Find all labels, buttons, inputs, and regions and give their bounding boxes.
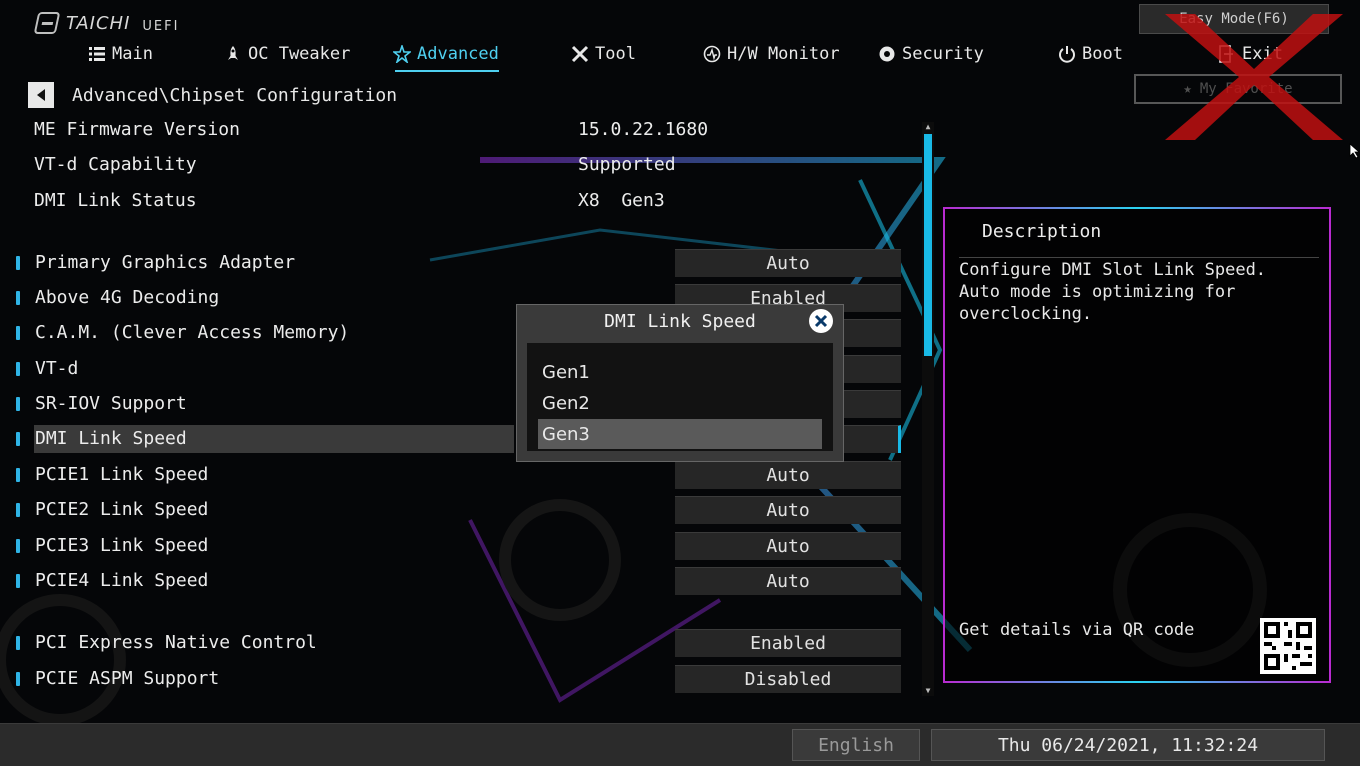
setting-label: Above 4G Decoding — [35, 287, 220, 308]
breadcrumb: Advanced\Chipset Configuration — [28, 82, 397, 108]
mouse-cursor — [1349, 143, 1360, 159]
setting-row-pcie2[interactable]: PCIE2 Link Speed Auto — [0, 495, 910, 525]
close-icon[interactable] — [809, 309, 833, 333]
tab-hw-monitor[interactable]: H/W Monitor — [703, 40, 840, 68]
datetime-display: Thu 06/24/2021, 11:32:24 — [931, 729, 1325, 761]
logo-brand: TAICHI — [66, 13, 131, 34]
setting-row-pci-native-control[interactable]: PCI Express Native Control Enabled — [0, 628, 910, 658]
description-text: Configure DMI Slot Link Speed. Auto mode… — [959, 260, 1267, 324]
tab-security[interactable]: Security — [878, 40, 984, 68]
setting-label: PCIE3 Link Speed — [35, 535, 209, 556]
back-arrow-icon — [37, 89, 45, 101]
setting-row-pcie4[interactable]: PCIE4 Link Speed Auto — [0, 566, 910, 596]
footer-bar: English Thu 06/24/2021, 11:32:24 — [0, 723, 1360, 766]
tools-icon — [571, 45, 589, 63]
setting-label: SR-IOV Support — [35, 393, 187, 414]
row-bullet — [16, 468, 20, 482]
list-icon — [89, 47, 105, 61]
tab-tool-label: Tool — [595, 44, 636, 64]
row-bullet — [16, 326, 20, 340]
breadcrumb-path: Advanced\Chipset Configuration — [72, 84, 398, 106]
info-value: 15.0.22.1680 — [578, 119, 709, 140]
shield-icon — [879, 46, 895, 62]
tab-advanced-label: Advanced — [417, 44, 499, 64]
setting-label: PCIE ASPM Support — [35, 668, 220, 689]
description-divider — [959, 257, 1319, 258]
row-bullet — [16, 256, 20, 270]
setting-row-pcie-aspm[interactable]: PCIE ASPM Support Disabled — [0, 664, 910, 694]
row-bullet — [16, 291, 20, 305]
setting-label: PCI Express Native Control — [35, 632, 317, 653]
dialog-options-list: Gen1 Gen2 Gen3 — [527, 343, 833, 451]
setting-label: DMI Link Speed — [35, 428, 187, 449]
taichi-logo-icon — [33, 12, 61, 34]
rocket-icon — [228, 46, 238, 60]
tab-oc-tweaker[interactable]: OC Tweaker — [224, 40, 350, 68]
row-bullet — [16, 362, 20, 376]
power-icon — [1059, 46, 1075, 63]
setting-value[interactable]: Disabled — [675, 665, 901, 693]
setting-label: PCIE1 Link Speed — [35, 464, 209, 485]
setting-value[interactable]: Auto — [675, 249, 901, 277]
row-bullet — [16, 574, 20, 588]
setting-row-pcie1[interactable]: PCIE1 Link Speed Auto — [0, 460, 910, 490]
qr-caption: Get details via QR code — [959, 620, 1195, 640]
row-bullet — [16, 432, 20, 446]
tab-oc-tweaker-label: OC Tweaker — [248, 44, 351, 64]
top-menu: Main OC Tweaker Advanced Tool H/W Monito… — [0, 40, 1130, 72]
setting-label: PCIE4 Link Speed — [35, 570, 209, 591]
setting-value[interactable]: Auto — [675, 496, 901, 524]
setting-label: C.A.M. (Clever Access Memory) — [35, 322, 350, 343]
setting-row-primary-graphics[interactable]: Primary Graphics Adapter Auto — [0, 248, 910, 278]
row-bullet — [16, 636, 20, 650]
tab-tool[interactable]: Tool — [571, 40, 636, 68]
tab-security-label: Security — [902, 44, 984, 64]
setting-row-pcie3[interactable]: PCIE3 Link Speed Auto — [0, 531, 910, 561]
setting-value[interactable]: Auto — [675, 567, 901, 595]
info-label: DMI Link Status — [34, 190, 197, 211]
tab-boot-label: Boot — [1082, 44, 1123, 64]
tab-boot[interactable]: Boot — [1058, 40, 1123, 68]
setting-value[interactable]: Auto — [675, 532, 901, 560]
info-row-me-firmware: ME Firmware Version 15.0.22.1680 — [0, 115, 910, 145]
info-row-dmi-link-status: DMI Link Status X8 Gen3 — [0, 186, 910, 216]
tab-main-label: Main — [112, 44, 153, 64]
tab-advanced[interactable]: Advanced — [393, 40, 499, 72]
option-gen1[interactable]: Gen1 — [538, 357, 822, 387]
settings-scrollbar[interactable]: ▲ ▼ — [922, 122, 934, 696]
setting-label: VT-d — [35, 358, 79, 379]
row-bullet — [16, 672, 20, 686]
watermark-xx-logo — [1165, 14, 1343, 140]
language-button[interactable]: English — [792, 729, 920, 761]
setting-label: PCIE2 Link Speed — [35, 499, 209, 520]
taichi-logo: TAICHI UEFI — [33, 8, 180, 34]
star-icon — [393, 45, 411, 63]
tab-hw-monitor-label: H/W Monitor — [727, 44, 840, 64]
setting-label: Primary Graphics Adapter — [35, 252, 296, 273]
option-gen3[interactable]: Gen3 — [538, 419, 822, 449]
tab-main[interactable]: Main — [88, 40, 153, 68]
info-label: VT-d Capability — [34, 154, 197, 175]
option-gen2[interactable]: Gen2 — [538, 388, 822, 418]
scroll-thumb[interactable] — [924, 134, 932, 356]
logo-uefi: UEFI — [142, 19, 180, 34]
back-button[interactable] — [28, 82, 54, 108]
setting-value[interactable]: Auto — [675, 461, 901, 489]
description-panel: Description Configure DMI Slot Link Spee… — [943, 207, 1331, 683]
description-title: Description — [982, 221, 1102, 242]
info-value: Supported — [578, 154, 676, 175]
qr-code-icon — [1260, 618, 1316, 674]
dmi-link-speed-dialog: DMI Link Speed Gen1 Gen2 Gen3 — [516, 304, 844, 462]
scroll-down-arrow-icon[interactable]: ▼ — [923, 687, 933, 695]
info-row-vtd-capability: VT-d Capability Supported — [0, 150, 910, 180]
info-label: ME Firmware Version — [34, 119, 240, 140]
row-bullet — [16, 539, 20, 553]
scroll-up-arrow-icon[interactable]: ▲ — [923, 123, 933, 131]
row-bullet — [16, 503, 20, 517]
row-bullet — [16, 397, 20, 411]
setting-value[interactable]: Enabled — [675, 629, 901, 657]
info-value: X8 Gen3 — [578, 190, 665, 211]
monitor-icon — [703, 45, 721, 63]
dialog-title: DMI Link Speed — [604, 311, 756, 332]
